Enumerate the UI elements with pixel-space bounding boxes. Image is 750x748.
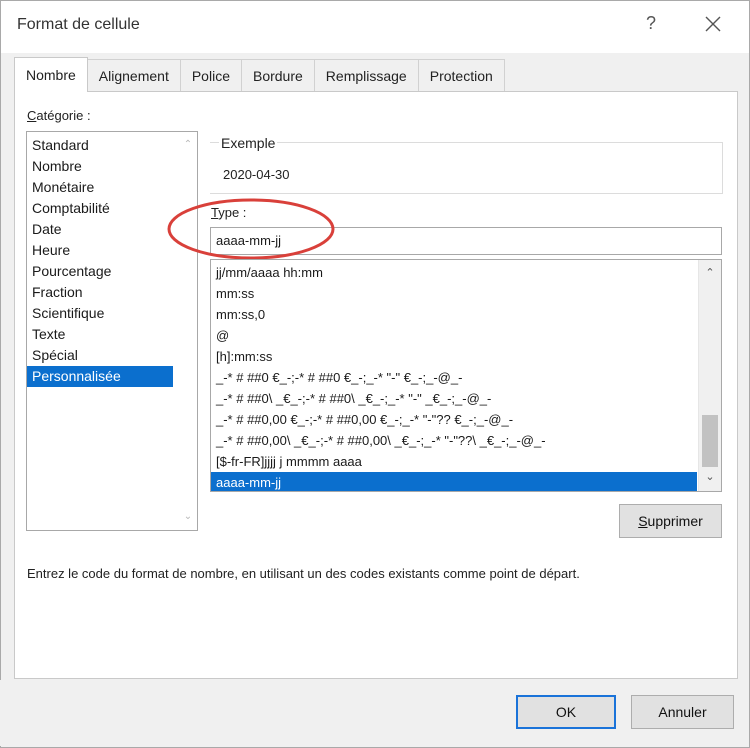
ok-button[interactable]: OK [516, 695, 616, 729]
category-item-personnalisee[interactable]: Personnalisée [27, 366, 173, 387]
sample-value: 2020-04-30 [223, 167, 290, 182]
delete-button-label: upprimer [647, 513, 703, 529]
format-code-item-selected[interactable]: aaaa-mm-jj [211, 472, 697, 491]
dialog-title: Format de cellule [17, 16, 140, 33]
category-item-heure[interactable]: Heure [27, 240, 173, 261]
category-item-fraction[interactable]: Fraction [27, 282, 173, 303]
category-items: Standard Nombre Monétaire Comptabilité D… [27, 135, 173, 387]
category-item-standard[interactable]: Standard [27, 135, 173, 156]
format-code-items: jj/mm/aaaa hh:mm mm:ss mm:ss,0 @ [h]:mm:… [211, 262, 697, 491]
tab-police[interactable]: Police [179, 59, 242, 91]
chevron-up-icon[interactable]: ⌃ [183, 140, 193, 150]
category-label-accesskey: C [27, 108, 37, 123]
category-label-text: atégorie : [36, 108, 91, 123]
format-list-scrollbar[interactable]: ⌃ ⌄ [698, 260, 721, 491]
type-label: Type : [211, 205, 246, 220]
tab-alignement[interactable]: Alignement [86, 59, 181, 91]
sample-label: Exemple [219, 135, 278, 151]
type-input[interactable]: aaaa-mm-jj [210, 227, 722, 255]
chevron-down-icon[interactable]: ⌄ [183, 512, 193, 522]
category-item-pourcentage[interactable]: Pourcentage [27, 261, 173, 282]
close-icon [705, 16, 721, 32]
format-code-item[interactable]: [$-fr-FR]jjjj j mmmm aaaa [211, 451, 697, 472]
format-code-item[interactable]: _-* # ##0 €_-;-* # ##0 €_-;_-* "-" €_-;_… [211, 367, 697, 388]
category-label: Catégorie : [27, 108, 91, 123]
chevron-down-icon[interactable]: ⌄ [704, 471, 716, 483]
format-code-item[interactable]: @ [211, 325, 697, 346]
category-list[interactable]: Standard Nombre Monétaire Comptabilité D… [26, 131, 198, 531]
format-code-item[interactable]: mm:ss [211, 283, 697, 304]
scrollbar-thumb[interactable] [702, 415, 718, 467]
delete-button-accesskey: S [638, 513, 648, 529]
tab-protection[interactable]: Protection [417, 59, 505, 91]
help-button[interactable]: ? [642, 13, 660, 37]
tab-remplissage[interactable]: Remplissage [313, 59, 419, 91]
category-item-special[interactable]: Spécial [27, 345, 173, 366]
tab-nombre[interactable]: Nombre [14, 57, 88, 92]
category-item-texte[interactable]: Texte [27, 324, 173, 345]
format-code-item[interactable]: _-* # ##0,00 €_-;-* # ##0,00 €_-;_-* "-"… [211, 409, 697, 430]
close-button[interactable] [701, 11, 725, 37]
hint-text: Entrez le code du format de nombre, en u… [27, 566, 580, 581]
format-code-item[interactable]: jj/mm/aaaa hh:mm [211, 262, 697, 283]
tab-bordure[interactable]: Bordure [240, 59, 315, 91]
category-item-comptabilite[interactable]: Comptabilité [27, 198, 173, 219]
category-item-monetaire[interactable]: Monétaire [27, 177, 173, 198]
cancel-button[interactable]: Annuler [631, 695, 734, 729]
type-label-text: ype : [218, 205, 247, 220]
category-item-nombre[interactable]: Nombre [27, 156, 173, 177]
chevron-up-icon[interactable]: ⌃ [704, 267, 716, 279]
format-code-item[interactable]: _-* # ##0\ _€_-;-* # ##0\ _€_-;_-* "-" _… [211, 388, 697, 409]
title-bar: Format de cellule ? [1, 1, 749, 53]
format-code-item[interactable]: mm:ss,0 [211, 304, 697, 325]
category-item-scientifique[interactable]: Scientifique [27, 303, 173, 324]
format-code-item[interactable]: [h]:mm:ss [211, 346, 697, 367]
delete-button[interactable]: Supprimer [619, 504, 722, 538]
tab-strip: Nombre Alignement Police Bordure Remplis… [14, 57, 505, 92]
category-scrollbar[interactable]: ⌃ ⌄ [179, 132, 197, 530]
format-code-list[interactable]: jj/mm/aaaa hh:mm mm:ss mm:ss,0 @ [h]:mm:… [210, 259, 722, 492]
category-item-date[interactable]: Date [27, 219, 173, 240]
format-code-item[interactable]: _-* # ##0,00\ _€_-;-* # ##0,00\ _€_-;_-*… [211, 430, 697, 451]
